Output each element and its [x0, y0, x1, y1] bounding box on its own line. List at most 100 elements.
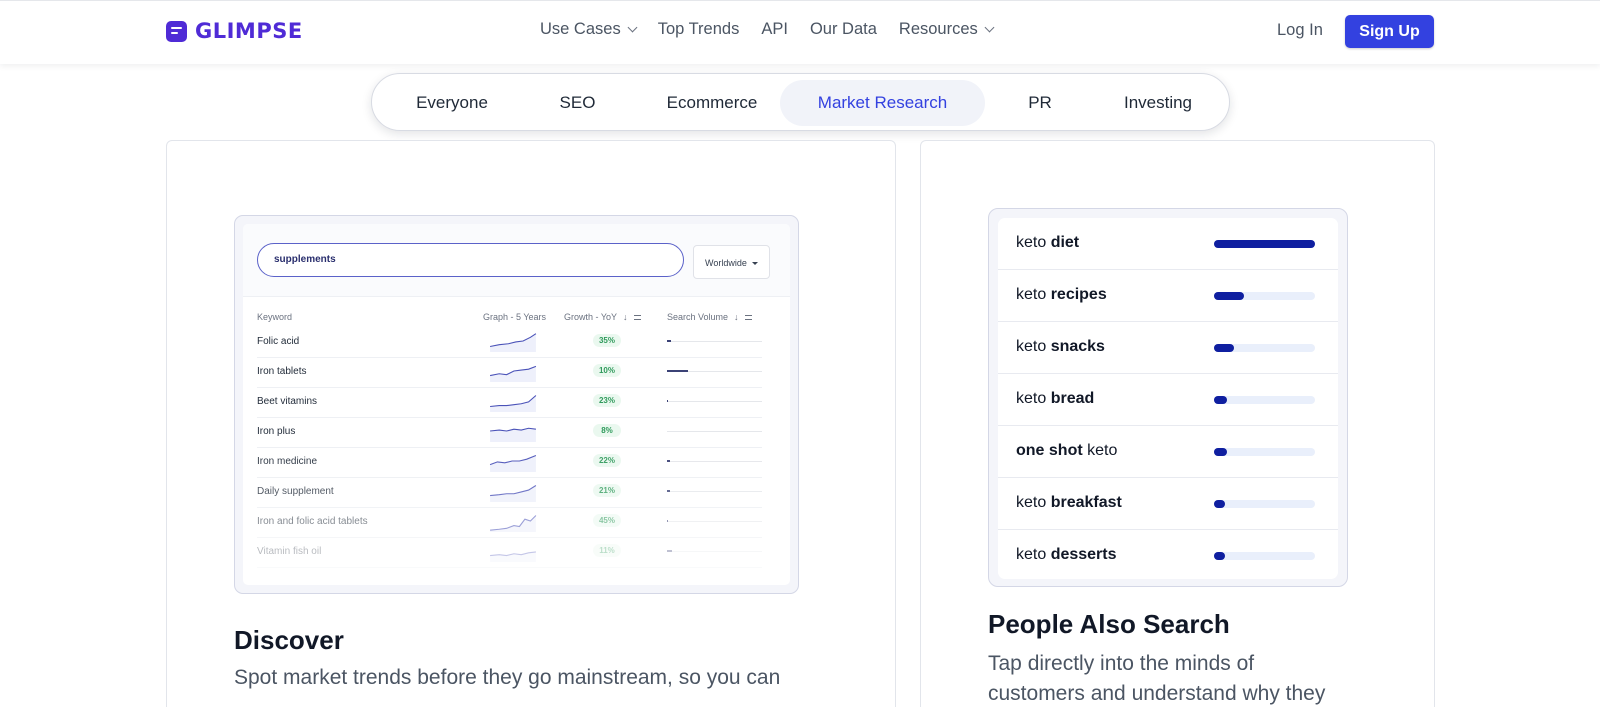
region-select[interactable]: Worldwide [693, 245, 770, 279]
popularity-bar [1214, 448, 1315, 456]
nav-item-resources[interactable]: Resources [898, 20, 995, 39]
search-volume-bar [667, 550, 762, 552]
discover-title: Discover [234, 625, 344, 655]
tab-everyone[interactable]: Everyone [378, 80, 526, 126]
chevron-down-icon [984, 22, 995, 33]
search-volume-bar [667, 431, 762, 432]
glimpse-logo-icon [166, 20, 187, 42]
table-row[interactable]: Iron and folic acid tablets 45% [257, 508, 762, 538]
growth-badge: 23% [593, 394, 621, 407]
search-volume-fill [667, 550, 672, 552]
search-volume-bar [667, 400, 762, 402]
logo[interactable]: GLIMPSE [166, 19, 303, 43]
discover-description: Spot market trends before they go mainst… [234, 666, 781, 689]
trend-sparkline [489, 333, 537, 352]
people-also-search-description: Tap directly into the minds of customers… [988, 649, 1325, 707]
tab-ecommerce[interactable]: Ecommerce [633, 80, 791, 126]
column-header-volume-label: Search Volume [667, 312, 729, 322]
main-nav: Use Cases Top Trends API Our Data Resources [540, 20, 995, 39]
popularity-bar [1214, 396, 1315, 404]
keyword-table-panel: supplements Worldwide Keyword Graph - 5 … [243, 224, 790, 585]
description-line: customers and understand why they [988, 682, 1326, 705]
column-header-volume[interactable]: Search Volume ↓ [667, 312, 752, 322]
nav-item-api[interactable]: API [761, 20, 788, 39]
list-item[interactable]: keto desserts [998, 530, 1338, 582]
table-row[interactable]: Iron plus 8% [257, 418, 762, 448]
people-also-search-card: keto diet keto recipes keto snacks keto bre… [920, 140, 1435, 707]
label-bold: desserts [1050, 546, 1117, 563]
keyword-cell: Beet vitamins [257, 396, 318, 407]
signup-button[interactable]: Sign Up [1345, 15, 1434, 48]
tab-seo[interactable]: SEO [530, 80, 625, 126]
keyword-cell: Folic acid [257, 336, 300, 347]
related-searches-list: keto diet keto recipes keto snacks keto bre… [998, 218, 1338, 579]
trend-sparkline [490, 395, 537, 412]
column-header-growth[interactable]: Growth - YoY ↓ [564, 312, 641, 322]
table-row[interactable]: Iron medicine 22% [257, 448, 762, 478]
nav-item-top-trends[interactable]: Top Trends [658, 20, 740, 39]
nav-item-our-data[interactable]: Our Data [810, 20, 877, 39]
related-search-label: keto recipes [1016, 286, 1107, 304]
description-line: Tap directly into the minds of [988, 652, 1255, 675]
popularity-bar [1214, 292, 1315, 300]
column-header-graph: Graph - 5 Years [483, 312, 547, 322]
popularity-bar [1214, 500, 1315, 508]
search-volume-fill [667, 400, 668, 402]
login-link[interactable]: Log In [1277, 21, 1323, 40]
popularity-bar [1214, 344, 1315, 352]
search-volume-fill [667, 370, 688, 372]
discover-card: supplements Worldwide Keyword Graph - 5 … [166, 140, 896, 707]
list-item[interactable]: keto diet [998, 218, 1338, 270]
search-volume-bar [667, 340, 762, 342]
trend-sparkline [489, 365, 537, 382]
nav-item-use-cases[interactable]: Use Cases [540, 20, 638, 39]
keyword-cell: Iron plus [257, 426, 296, 437]
nav-item-label: Resources [898, 20, 978, 38]
growth-badge: 11% [593, 544, 621, 557]
popularity-bar-fill [1214, 552, 1226, 560]
search-volume-fill [667, 460, 670, 462]
list-item[interactable]: one shot keto [998, 426, 1338, 478]
list-item[interactable]: keto breakfast [998, 478, 1338, 530]
list-item[interactable]: keto snacks [998, 322, 1338, 374]
tab-market-research[interactable]: Market Research [780, 80, 985, 126]
nav-item-label: Top Trends [657, 20, 740, 38]
growth-badge: 10% [593, 364, 621, 377]
keyword-search-input[interactable]: supplements [257, 243, 684, 277]
keyword-cell: Daily supplement [257, 486, 334, 497]
logo-text: GLIMPSE [195, 19, 303, 43]
label-bold: one shot [1016, 442, 1083, 459]
keyword-cell: Iron medicine [257, 456, 318, 467]
column-header-keyword: Keyword [257, 312, 293, 322]
popularity-bar-fill [1214, 240, 1315, 248]
keyword-cell: Vitamin fish oil [257, 546, 322, 557]
column-header-growth-label: Growth - YoY [564, 312, 618, 322]
popularity-bar-fill [1214, 396, 1228, 404]
list-item[interactable]: keto bread [998, 374, 1338, 426]
label-prefix: keto [1016, 494, 1051, 511]
trend-sparkline [490, 551, 536, 562]
label-prefix: keto [1016, 286, 1051, 303]
table-row[interactable]: Iron tablets 10% [257, 358, 762, 388]
list-item[interactable]: keto recipes [998, 270, 1338, 322]
popularity-bar [1214, 552, 1315, 560]
table-row[interactable]: Vitamin fish oil 11% [257, 538, 762, 568]
label-bold: diet [1050, 234, 1080, 251]
popularity-bar-fill [1214, 344, 1235, 352]
search-volume-bar [667, 460, 762, 462]
sort-down-icon: ↓ [734, 312, 739, 322]
tab-pr[interactable]: PR [990, 80, 1090, 126]
search-volume-bar [667, 520, 762, 522]
keyword-table-mockup: supplements Worldwide Keyword Graph - 5 … [234, 215, 799, 594]
table-row[interactable]: Daily supplement 21% [257, 478, 762, 508]
tab-investing[interactable]: Investing [1092, 80, 1224, 126]
table-row[interactable]: Beet vitamins 23% [257, 388, 762, 418]
search-volume-fill [667, 340, 671, 342]
trend-sparkline [489, 454, 537, 472]
related-search-label: keto breakfast [1016, 494, 1122, 512]
use-case-tabs: Everyone SEO Ecommerce Market Research PR Inv… [371, 73, 1230, 131]
related-search-label: keto bread [1016, 390, 1094, 408]
table-row[interactable]: Folic acid 35% [257, 328, 762, 358]
label-prefix: keto [1016, 338, 1051, 355]
trend-sparkline [490, 485, 537, 502]
